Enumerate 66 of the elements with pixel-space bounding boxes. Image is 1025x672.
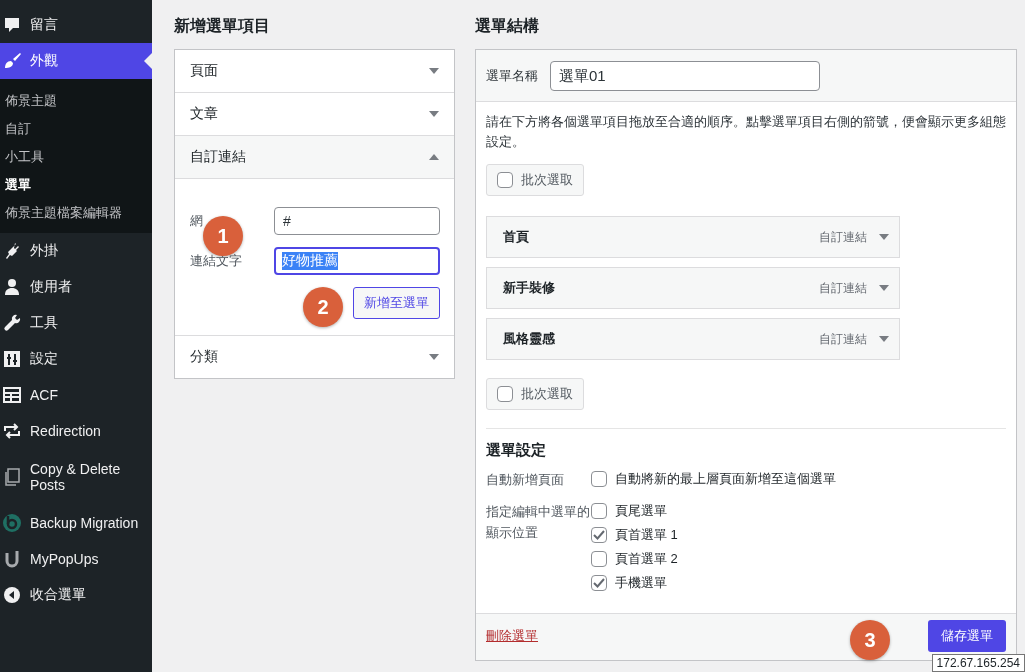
option-label: 頁首選單 1 xyxy=(615,526,678,545)
sidebar-item[interactable]: 收合選單 xyxy=(0,577,152,613)
copy-icon xyxy=(2,467,22,487)
tooltip: 172.67.165.254 xyxy=(931,654,1025,672)
accordion-header[interactable]: 分類 xyxy=(175,336,454,378)
table-icon xyxy=(2,385,22,405)
submenu-item[interactable]: 佈景主題檔案編輯器 xyxy=(0,199,152,227)
submenu-item[interactable]: 選單 xyxy=(0,171,152,199)
field-label: 選單名稱 xyxy=(486,67,538,85)
sidebar-item[interactable]: 留言 xyxy=(0,7,152,43)
bulk-select-button[interactable]: 批次選取 xyxy=(486,378,584,411)
menu-item[interactable]: 風格靈感 自訂連結 xyxy=(486,318,900,361)
user-icon xyxy=(2,277,22,297)
sidebar-item[interactable]: 使用者 xyxy=(0,269,152,305)
field-label: 網 xyxy=(190,212,203,230)
wrench-icon xyxy=(2,313,22,333)
repeat-icon xyxy=(2,421,22,441)
sidebar-item[interactable]: 外掛 xyxy=(0,233,152,269)
option-label: 頁首選單 2 xyxy=(615,550,678,569)
section-title: 新增選單項目 xyxy=(174,16,271,36)
submenu-item[interactable]: 小工具 xyxy=(0,143,152,171)
setting-label: 自動新增頁面 xyxy=(486,471,565,490)
option-label: 頁尾選單 xyxy=(615,502,667,521)
sidebar-item[interactable]: 設定 xyxy=(0,341,152,377)
delete-menu-link[interactable]: 刪除選單 xyxy=(486,627,538,645)
submenu-item[interactable]: 自訂 xyxy=(0,115,152,143)
bulk-select-button[interactable]: 批次選取 xyxy=(486,164,584,197)
caret-icon[interactable] xyxy=(429,354,439,360)
add-to-menu-button[interactable]: 新增至選單 xyxy=(353,287,440,319)
instructions-text: 請在下方將各個選單項目拖放至合適的順序。點擊選單項目右側的箭號，便會顯示更多組態設定。 xyxy=(486,113,1006,152)
caret-icon[interactable] xyxy=(879,336,889,343)
menu-item[interactable]: 首頁 自訂連結 xyxy=(486,216,900,259)
settings-title: 選單設定 xyxy=(486,441,547,461)
checkbox[interactable] xyxy=(591,575,607,592)
sidebar-item[interactable]: Backup Migration xyxy=(0,505,152,541)
sidebar-item[interactable]: 工具 xyxy=(0,305,152,341)
save-menu-button[interactable]: 儲存選單 xyxy=(928,620,1006,652)
comment-icon xyxy=(2,15,22,35)
setting-label: 指定編輯中選單的顯示位置 xyxy=(486,503,591,542)
caret-icon[interactable] xyxy=(879,234,889,241)
text-field[interactable]: # xyxy=(274,207,440,235)
checkbox[interactable] xyxy=(497,386,513,403)
caret-icon[interactable] xyxy=(429,68,439,74)
option-label: 自動將新的最上層頁面新增至這個選單 xyxy=(615,470,836,489)
sidebar-item[interactable]: Copy & Delete Posts xyxy=(0,455,152,499)
text-field[interactable]: 好物推薦 xyxy=(274,247,440,275)
section-title: 選單結構 xyxy=(475,16,540,36)
checkbox[interactable] xyxy=(591,527,607,544)
sidebar-item[interactable]: Redirection xyxy=(0,413,152,449)
brush-icon xyxy=(2,51,22,71)
sidebar-item[interactable]: 外觀 xyxy=(0,43,152,79)
caret-icon[interactable] xyxy=(429,111,439,117)
accordion-header[interactable]: 自訂連結 xyxy=(175,136,454,179)
sidebar-item[interactable]: ACF xyxy=(0,377,152,413)
caret-icon[interactable] xyxy=(429,154,439,160)
checkbox[interactable] xyxy=(591,471,607,488)
menu-name-field[interactable]: 選單01 xyxy=(550,61,820,91)
caret-icon[interactable] xyxy=(879,285,889,292)
menu-item[interactable]: 新手裝修 自訂連結 xyxy=(486,267,900,310)
submenu-item[interactable]: 佈景主題 xyxy=(0,87,152,115)
option-label: 手機選單 xyxy=(615,574,667,593)
checkbox[interactable] xyxy=(497,172,513,189)
sidebar-item[interactable]: MyPopUps xyxy=(0,541,152,577)
checkbox[interactable] xyxy=(591,503,607,520)
checkbox[interactable] xyxy=(591,551,607,568)
accordion-header[interactable]: 頁面 xyxy=(175,50,454,93)
